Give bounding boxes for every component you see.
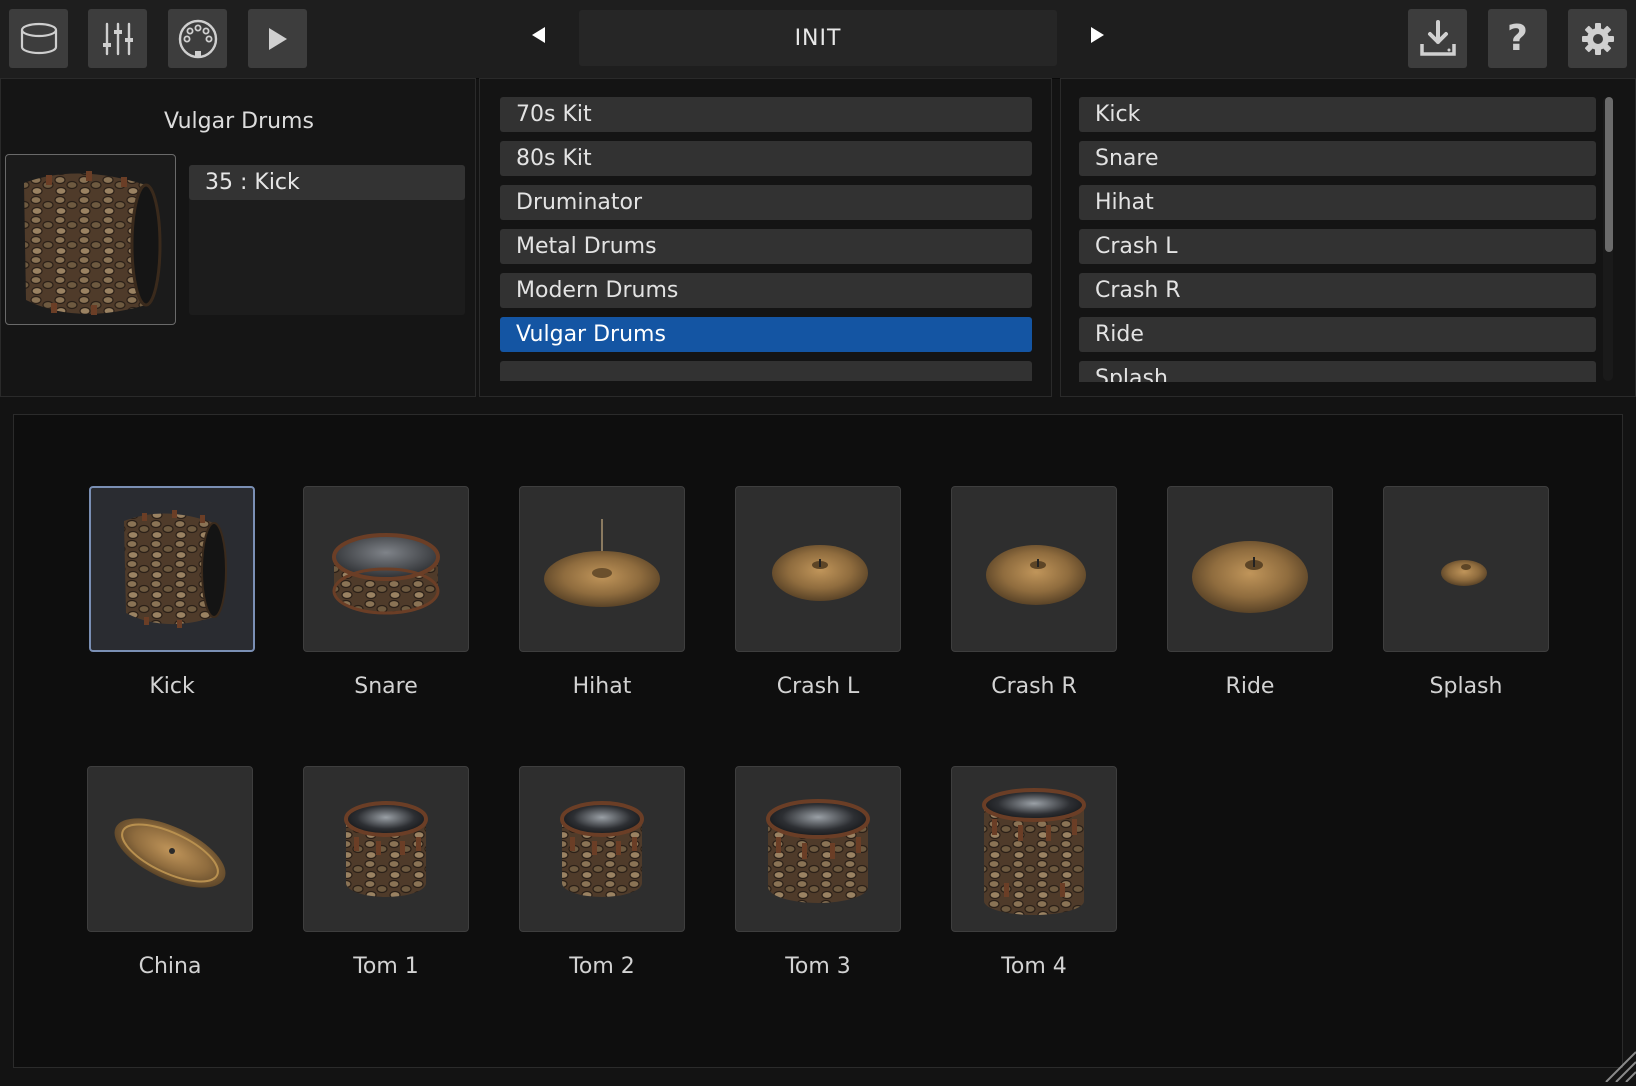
pad-ride[interactable]: Ride (1167, 486, 1333, 699)
china-cymbal-icon (114, 818, 226, 888)
pad-tom-4-image[interactable] (951, 766, 1117, 932)
pad-label: Splash (1429, 674, 1503, 699)
pad-ride-image[interactable] (1167, 486, 1333, 652)
midi-connector-icon (177, 18, 219, 60)
instrument-list-item[interactable]: Crash L (1079, 229, 1596, 264)
floor-tom-icon (982, 788, 1086, 915)
kit-list-item[interactable]: 80s Kit (500, 141, 1032, 176)
kit-list-item[interactable]: 70s Kit (500, 97, 1032, 132)
pad-splash-image[interactable] (1383, 486, 1549, 652)
pad-tom-2-image[interactable] (519, 766, 685, 932)
download-button[interactable] (1408, 9, 1467, 68)
pad-crash-r-image[interactable] (951, 486, 1117, 652)
triangle-left-icon (530, 26, 548, 48)
pad-label: Crash R (991, 674, 1077, 699)
instrument-list[interactable]: Kick Snare Hihat Crash L Crash R Ride Sp… (1079, 97, 1596, 382)
kit-list-item[interactable]: Metal Drums (500, 229, 1032, 264)
pad-china-image[interactable] (87, 766, 253, 932)
note-mapping-list[interactable]: 35 : Kick (189, 165, 465, 315)
mixer-button[interactable] (88, 9, 147, 68)
help-button[interactable]: ? (1488, 9, 1547, 68)
instrument-list-item[interactable]: Splash (1079, 361, 1596, 382)
previous-preset-button[interactable] (524, 22, 554, 52)
drum-pads-panel: Kick Snare Hihat Crash L Crash R Ride Sp… (13, 414, 1623, 1068)
kit-view-button[interactable] (9, 9, 68, 68)
crash-cymbal-icon (772, 545, 868, 601)
kit-list-item[interactable]: Modern Drums (500, 273, 1032, 308)
instrument-list-scrollbar[interactable] (1603, 97, 1613, 381)
pad-label: Tom 4 (1001, 954, 1067, 979)
play-button[interactable] (248, 9, 307, 68)
drum-icon (19, 22, 59, 56)
pad-tom-1-image[interactable] (303, 766, 469, 932)
kit-list[interactable]: 70s Kit 80s Kit Druminator Metal Drums M… (500, 97, 1032, 381)
tom-drum-icon (344, 801, 428, 897)
instrument-list-item[interactable]: Snare (1079, 141, 1596, 176)
pad-label: Tom 1 (353, 954, 419, 979)
pad-kick-image[interactable] (89, 486, 255, 652)
window-resize-grip[interactable] (1596, 1042, 1636, 1083)
download-icon (1418, 19, 1458, 59)
note-mapping-item[interactable]: 35 : Kick (189, 165, 465, 200)
pad-splash[interactable]: Splash (1383, 486, 1549, 699)
pad-tom-3[interactable]: Tom 3 (735, 766, 901, 979)
hihat-icon (544, 519, 660, 607)
pad-label: China (138, 954, 202, 979)
pad-snare[interactable]: Snare (303, 486, 469, 699)
pad-tom-1[interactable]: Tom 1 (303, 766, 469, 979)
kick-drum-icon (124, 510, 227, 628)
pad-tom-3-image[interactable] (735, 766, 901, 932)
mixer-sliders-icon (100, 21, 136, 57)
scrollbar-thumb[interactable] (1605, 97, 1613, 252)
pad-crash-l-image[interactable] (735, 486, 901, 652)
play-icon (266, 26, 290, 52)
pad-label: Ride (1225, 674, 1275, 699)
pad-label: Tom 2 (569, 954, 635, 979)
crash-cymbal-icon (986, 545, 1086, 605)
pad-label: Hihat (572, 674, 632, 699)
instrument-list-item[interactable]: Crash R (1079, 273, 1596, 308)
kit-info-panel: Vulgar Drums 35 : Kick (0, 78, 476, 397)
pad-crash-l[interactable]: Crash L (735, 486, 901, 699)
kit-list-item[interactable]: Druminator (500, 185, 1032, 220)
current-kit-name: Vulgar Drums (164, 109, 314, 134)
toolbar: INIT ? (0, 0, 1636, 79)
instrument-list-item[interactable]: Ride (1079, 317, 1596, 352)
preset-name-display[interactable]: INIT (579, 10, 1057, 66)
instrument-list-panel: Kick Snare Hihat Crash L Crash R Ride Sp… (1060, 78, 1636, 397)
pad-tom-4[interactable]: Tom 4 (951, 766, 1117, 979)
instrument-list-item[interactable]: Hihat (1079, 185, 1596, 220)
pad-snare-image[interactable] (303, 486, 469, 652)
kit-list-item-empty (500, 361, 1032, 381)
gear-icon (1580, 21, 1616, 57)
pad-label: Tom 3 (785, 954, 851, 979)
instrument-list-item[interactable]: Kick (1079, 97, 1596, 132)
settings-button[interactable] (1568, 9, 1627, 68)
splash-cymbal-icon (1441, 560, 1487, 586)
pad-china[interactable]: China (87, 766, 253, 979)
pad-crash-r[interactable]: Crash R (951, 486, 1117, 699)
pad-label: Crash L (776, 674, 860, 699)
tom-drum-icon (560, 801, 644, 897)
triangle-right-icon (1088, 26, 1106, 48)
kit-list-panel: 70s Kit 80s Kit Druminator Metal Drums M… (479, 78, 1052, 397)
kit-list-item-selected[interactable]: Vulgar Drums (500, 317, 1032, 352)
midi-button[interactable] (168, 9, 227, 68)
preset-name: INIT (794, 25, 842, 51)
pad-label: Snare (354, 674, 418, 699)
pad-label: Kick (149, 674, 195, 699)
snare-drum-icon (332, 533, 440, 615)
next-preset-button[interactable] (1082, 22, 1112, 52)
pad-tom-2[interactable]: Tom 2 (519, 766, 685, 979)
tom-drum-icon (766, 799, 870, 903)
pad-hihat[interactable]: Hihat (519, 486, 685, 699)
pad-kick[interactable]: Kick (89, 486, 255, 699)
ride-cymbal-icon (1192, 541, 1308, 613)
kit-thumbnail (5, 154, 176, 325)
pad-hihat-image[interactable] (519, 486, 685, 652)
question-mark-icon: ? (1507, 18, 1528, 59)
